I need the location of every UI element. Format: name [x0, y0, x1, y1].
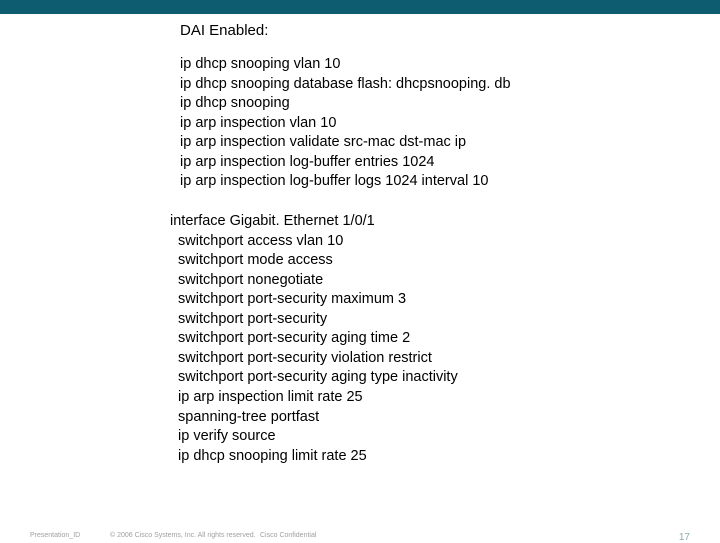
slide-title: DAI Enabled: — [180, 22, 720, 39]
footer-presentation-id: Presentation_ID — [30, 532, 80, 539]
header-bar — [0, 0, 720, 14]
footer-page-number: 17 — [679, 532, 690, 543]
footer-copyright: © 2006 Cisco Systems, Inc. All rights re… — [110, 532, 256, 539]
slide-content: DAI Enabled: ip dhcp snooping vlan 10 ip… — [0, 14, 720, 466]
global-config-block: ip dhcp snooping vlan 10 ip dhcp snoopin… — [180, 55, 720, 192]
interface-config-block: interface Gigabit. Ethernet 1/0/1 switch… — [170, 212, 720, 466]
footer-confidential: Cisco Confidential — [260, 532, 316, 539]
